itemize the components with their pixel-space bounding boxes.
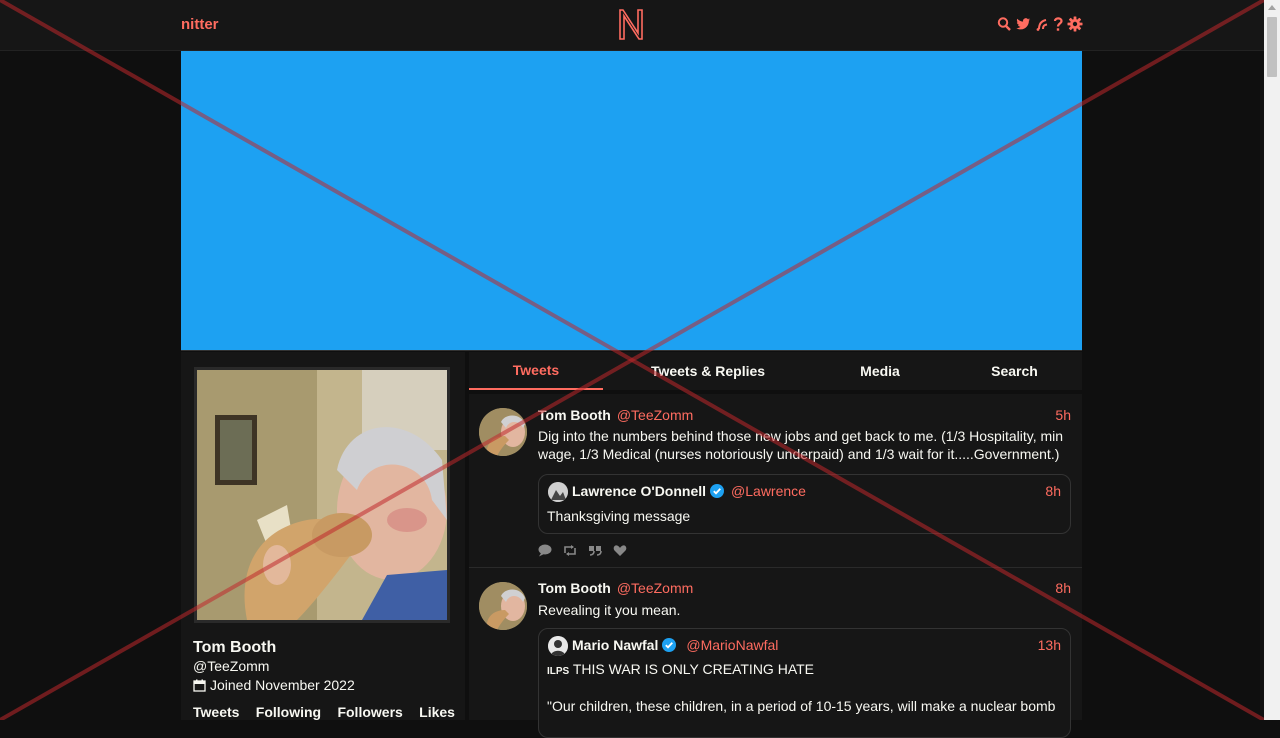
profile-avatar[interactable] bbox=[194, 367, 450, 623]
quote-date[interactable]: 13h bbox=[1038, 637, 1061, 653]
profile-card: Tom Booth @TeeZomm Joined November 2022 … bbox=[181, 352, 465, 720]
quote-text-body: "Our children, these children, in a peri… bbox=[547, 698, 1056, 714]
timeline-tabs: Tweets Tweets & Replies Media Search bbox=[469, 352, 1082, 390]
quote-author-handle[interactable]: @MarioNawfal bbox=[686, 637, 778, 653]
scroll-thumb[interactable] bbox=[1267, 17, 1277, 77]
quote-text: ILPS THIS WAR IS ONLY CREATING HATE bbox=[547, 661, 814, 677]
tweet-item[interactable]: Tom Booth @TeeZomm 8h Revealing it you m… bbox=[469, 568, 1082, 738]
settings-gear-icon[interactable] bbox=[1067, 16, 1083, 32]
quote-text: Thanksgiving message bbox=[547, 508, 691, 524]
quote-author-name[interactable]: Lawrence O'Donnell bbox=[572, 483, 706, 499]
calendar-icon bbox=[193, 679, 206, 692]
tweet-author-avatar[interactable] bbox=[479, 408, 527, 456]
stat-followers-label[interactable]: Followers bbox=[337, 704, 402, 720]
verified-badge-icon bbox=[662, 638, 677, 652]
quote-author-avatar[interactable] bbox=[548, 482, 568, 502]
twitter-bird-icon[interactable] bbox=[1015, 16, 1031, 32]
profile-name[interactable]: Tom Booth bbox=[193, 639, 276, 657]
quoted-tweet[interactable]: Mario Nawfal @MarioNawfal 13h ILPS THIS … bbox=[538, 628, 1071, 738]
tab-tweets[interactable]: Tweets bbox=[469, 352, 603, 390]
tweet-text: Revealing it you mean. bbox=[538, 602, 681, 618]
tweet-item[interactable]: Tom Booth @TeeZomm 5h Dig into the numbe… bbox=[469, 394, 1082, 568]
stat-following-label[interactable]: Following bbox=[256, 704, 321, 720]
quote-header: Lawrence O'Donnell @Lawrence bbox=[572, 483, 806, 499]
tweet-author-name[interactable]: Tom Booth bbox=[538, 407, 611, 423]
brand-link[interactable]: nitter bbox=[181, 16, 219, 33]
quote-icon[interactable] bbox=[588, 544, 602, 557]
profile-stats: Tweets Following Followers Likes bbox=[193, 704, 455, 720]
top-navbar: nitter bbox=[0, 0, 1264, 51]
like-heart-icon[interactable] bbox=[613, 544, 627, 557]
nitter-logo[interactable] bbox=[617, 7, 645, 41]
tab-tweets-and-replies[interactable]: Tweets & Replies bbox=[603, 352, 813, 390]
profile-joined: Joined November 2022 bbox=[193, 677, 355, 693]
tab-media[interactable]: Media bbox=[813, 352, 947, 390]
stat-likes-label[interactable]: Likes bbox=[419, 704, 455, 720]
quote-author-avatar[interactable] bbox=[548, 636, 568, 656]
quote-author-name[interactable]: Mario Nawfal bbox=[572, 637, 658, 653]
retweet-icon[interactable] bbox=[563, 544, 577, 557]
stat-tweets-label[interactable]: Tweets bbox=[193, 704, 239, 720]
help-icon[interactable] bbox=[1053, 16, 1063, 32]
nav-icon-group bbox=[997, 16, 1083, 32]
tweet-header: Tom Booth @TeeZomm bbox=[538, 580, 693, 596]
page-scrollbar[interactable] bbox=[1264, 0, 1280, 720]
quote-header: Mario Nawfal @MarioNawfal bbox=[572, 637, 778, 653]
tweet-author-handle[interactable]: @TeeZomm bbox=[617, 407, 693, 423]
quote-text-headline: THIS WAR IS ONLY CREATING HATE bbox=[572, 661, 815, 677]
quote-text-prefix: ILPS bbox=[547, 666, 570, 677]
tweet-author-handle[interactable]: @TeeZomm bbox=[617, 580, 693, 596]
tweet-actions bbox=[538, 544, 627, 557]
profile-handle[interactable]: @TeeZomm bbox=[193, 658, 269, 674]
search-icon[interactable] bbox=[997, 16, 1011, 32]
tweet-header: Tom Booth @TeeZomm bbox=[538, 407, 693, 423]
tweet-author-avatar[interactable] bbox=[479, 582, 527, 630]
tweet-text: Dig into the numbers behind those new jo… bbox=[538, 428, 1064, 462]
profile-banner bbox=[181, 51, 1082, 351]
tab-search[interactable]: Search bbox=[947, 352, 1082, 390]
tweet-author-name[interactable]: Tom Booth bbox=[538, 580, 611, 596]
joined-date-label: Joined November 2022 bbox=[210, 677, 355, 693]
tweet-date[interactable]: 8h bbox=[1055, 580, 1071, 596]
rss-icon[interactable] bbox=[1035, 16, 1049, 32]
timeline: Tweets Tweets & Replies Media Search Tom… bbox=[469, 352, 1082, 738]
scroll-up-arrow-icon[interactable] bbox=[1268, 5, 1276, 10]
reply-comment-icon[interactable] bbox=[538, 544, 552, 557]
quote-date[interactable]: 8h bbox=[1045, 483, 1061, 499]
quoted-tweet[interactable]: Lawrence O'Donnell @Lawrence 8h Thanksgi… bbox=[538, 474, 1071, 534]
quote-author-handle[interactable]: @Lawrence bbox=[731, 483, 806, 499]
verified-badge-icon bbox=[710, 484, 725, 498]
tweet-date[interactable]: 5h bbox=[1055, 407, 1071, 423]
